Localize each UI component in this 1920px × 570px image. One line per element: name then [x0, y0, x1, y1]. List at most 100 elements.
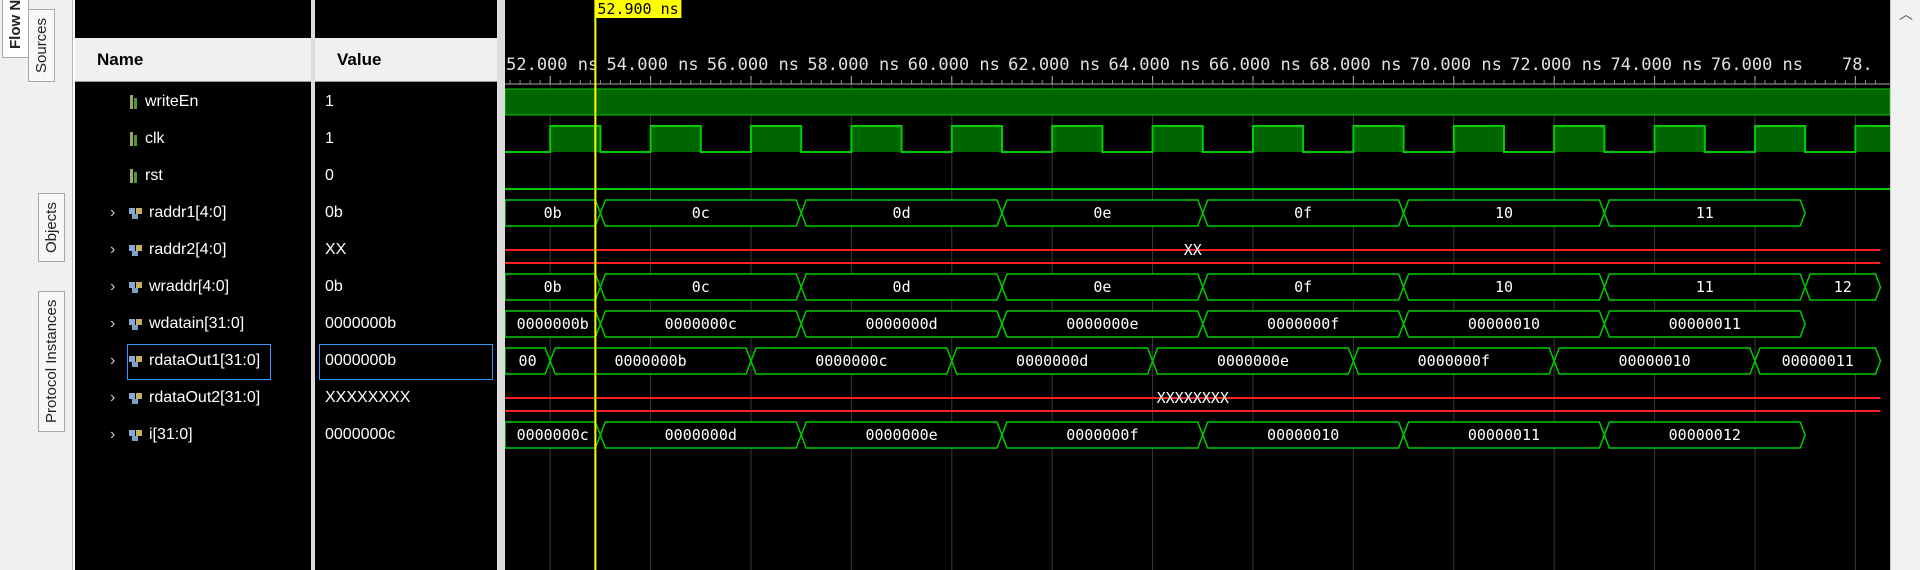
bus-value-label: 00000010 [1618, 352, 1690, 370]
timeline-label: 68.000 ns [1309, 55, 1401, 75]
selected-name-highlight [127, 344, 271, 380]
signal-row-name[interactable]: › rdataOut2[31:0] [110, 388, 260, 408]
chevron-right-icon[interactable]: › [110, 314, 128, 334]
signal-value: 0000000c [325, 426, 396, 443]
signal-bus-icon [129, 207, 142, 219]
name-column: Name writeEn clk rst › raddr1[4:0] › raddr2[4:… [75, 0, 311, 570]
value-column-header[interactable]: Value [315, 38, 497, 82]
name-column-header[interactable]: Name [75, 38, 311, 82]
clock-high-pulse [1554, 126, 1605, 152]
bus-value-label: 0000000c [665, 315, 737, 333]
signal-bit-icon [130, 131, 137, 146]
clock-high-pulse [1052, 126, 1103, 152]
tab-objects[interactable]: Objects [38, 193, 65, 262]
signal-bus-icon [129, 281, 142, 293]
signal-bus-icon [129, 429, 142, 441]
bus-value-label: 0b [544, 204, 562, 222]
signal-name: raddr2[4:0] [149, 241, 227, 258]
signal-name: clk [145, 130, 165, 147]
timeline-label: 58.000 ns [807, 55, 899, 75]
vertical-scrollbar[interactable]: ︿ [1890, 0, 1920, 570]
bus-value-label: 0000000b [614, 352, 686, 370]
clock-high-pulse [1654, 126, 1705, 152]
signal-bit-icon [130, 94, 137, 109]
clock-high-pulse [1754, 126, 1806, 152]
tab-flow-navigator[interactable]: Flow N [2, 0, 29, 58]
bus-value-label: 0000000c [815, 352, 887, 370]
bus-value-label: 0000000c [517, 426, 589, 444]
timeline-label: 62.000 ns [1008, 55, 1100, 75]
signal-value: 1 [325, 130, 334, 147]
bus-value-label: 0000000e [1217, 352, 1289, 370]
tab-sources[interactable]: Sources [28, 8, 55, 82]
bus-value-label: 0000000f [1418, 352, 1490, 370]
clock-high-pulse [1353, 126, 1404, 152]
bus-value-label: 10 [1495, 204, 1513, 222]
timeline-label: 74.000 ns [1611, 55, 1703, 75]
chevron-right-icon[interactable]: › [110, 203, 128, 223]
cursor-time-label: 52.900 ns [597, 0, 678, 18]
clock-high-pulse [1252, 126, 1304, 152]
bus-value-label: 11 [1696, 278, 1714, 296]
chevron-right-icon[interactable]: › [110, 351, 128, 371]
signal-row-name[interactable]: writeEn [110, 92, 198, 112]
chevron-right-icon[interactable]: › [110, 425, 128, 445]
clock-high-pulse [951, 126, 1002, 152]
bus-value-label: 00000012 [1669, 426, 1741, 444]
chevron-right-icon[interactable]: › [110, 388, 128, 408]
tab-protocol-instances[interactable]: Protocol Instances [38, 290, 65, 432]
bus-value-label: 0000000e [1066, 315, 1138, 333]
bus-value-label: 11 [1696, 204, 1714, 222]
signal-row-name[interactable]: › i[31:0] [110, 425, 193, 445]
bus-value-label: 0000000d [865, 315, 937, 333]
timeline-label: 60.000 ns [908, 55, 1000, 75]
signal-row-name[interactable]: › wdatain[31:0] [110, 314, 244, 334]
signal-name: wraddr[4:0] [149, 278, 230, 295]
bus-value-label: 0000000f [1066, 426, 1138, 444]
signal-value: XX [325, 241, 347, 258]
bus-value-label: 0000000b [517, 315, 589, 333]
bus-value-label: 00000010 [1468, 315, 1540, 333]
signal-bus-icon [129, 392, 142, 404]
timeline-label: 54.000 ns [607, 55, 699, 75]
signal-value: 0000000b [325, 315, 397, 332]
chevron-right-icon[interactable]: › [110, 240, 128, 260]
bus-value-label: 12 [1834, 278, 1852, 296]
signal-value: 0 [325, 167, 334, 184]
signal-row-name[interactable]: clk [110, 129, 165, 149]
bus-value-label: XXXXXXXX [1157, 389, 1229, 407]
signal-name: writeEn [145, 93, 199, 110]
timeline-label: 66.000 ns [1209, 55, 1301, 75]
bus-value-label: 00000010 [1267, 426, 1339, 444]
scroll-up-icon[interactable]: ︿ [1899, 4, 1913, 24]
waveform-canvas[interactable]: 52.000 ns 54.000 ns 56.000 ns 58.000 ns 60.0… [505, 0, 1890, 570]
chevron-right-icon[interactable]: › [110, 277, 128, 297]
signal-row-name[interactable]: rst [110, 166, 163, 186]
signal-name: raddr1[4:0] [149, 204, 227, 221]
clock-high-pulse [550, 126, 601, 152]
bus-value-label: 0c [692, 204, 710, 222]
clock-high-pulse [650, 126, 701, 152]
clock-high-pulse [1453, 126, 1504, 152]
bus-value-label: 0d [893, 278, 911, 296]
signal-row-name[interactable]: › wraddr[4:0] [110, 277, 229, 297]
signal-value: 1 [325, 93, 334, 110]
clock-high-pulse [1152, 126, 1203, 152]
timeline-label: 52.000 ns [506, 55, 598, 75]
wave-high-level [505, 88, 1890, 116]
bus-value-label: 00000011 [1782, 352, 1854, 370]
bus-value-label: 0c [692, 278, 710, 296]
signal-name: wdatain[31:0] [149, 315, 245, 332]
bus-value-label: 0000000d [665, 426, 737, 444]
value-column: Value 1 1 0 0b XX 0b 0000000b 0000000b XXXXXXXX 0… [315, 0, 497, 570]
clock-high-pulse [750, 126, 802, 152]
value-wave-divider[interactable] [497, 0, 505, 570]
signal-name: rst [145, 167, 163, 184]
signal-row-name[interactable]: › raddr2[4:0] [110, 240, 226, 260]
bus-value-label: 00000011 [1468, 426, 1540, 444]
timeline-label: 56.000 ns [707, 55, 799, 75]
clock-high-pulse [851, 126, 902, 152]
signal-row-name[interactable]: › raddr1[4:0] [110, 203, 226, 223]
bus-value-label: 0e [1093, 278, 1111, 296]
bus-value-label: 0000000d [1016, 352, 1088, 370]
